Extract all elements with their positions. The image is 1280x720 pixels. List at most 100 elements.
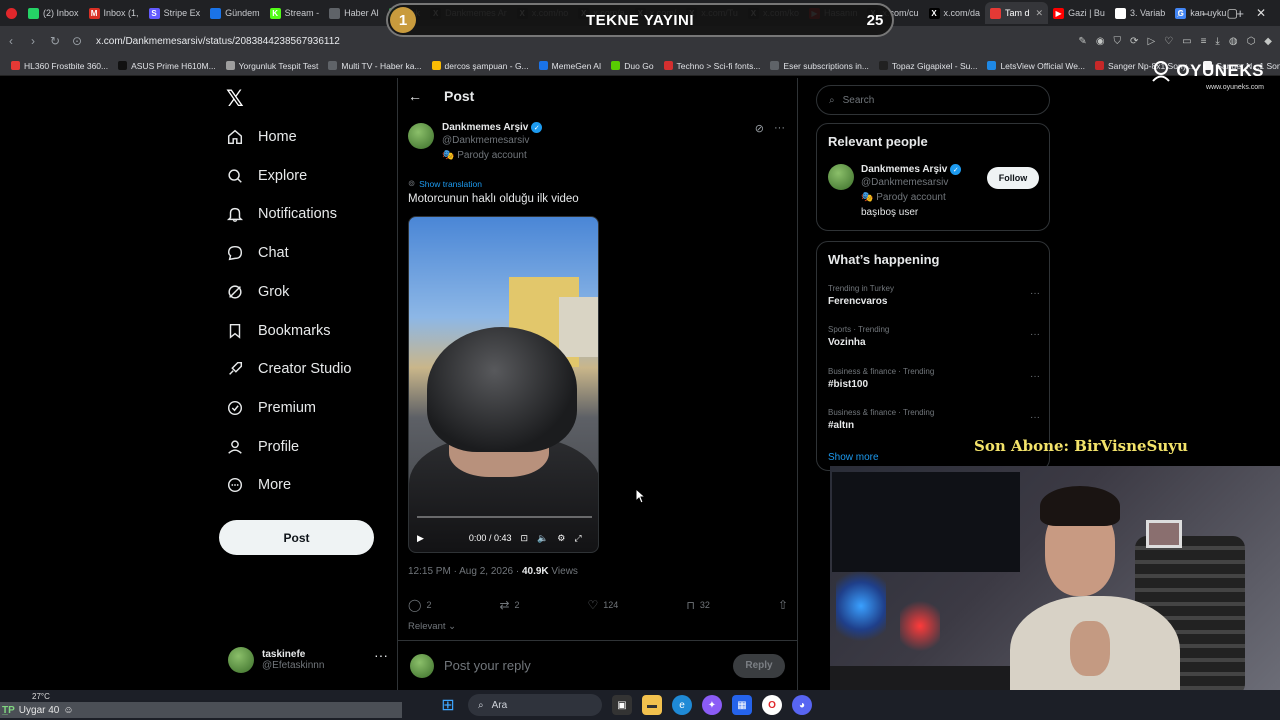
play-icon[interactable]: ▶ xyxy=(417,533,424,544)
sidebar-item-premium[interactable]: Premium xyxy=(226,399,316,417)
sidebar-item-grok[interactable]: Grok xyxy=(226,283,289,301)
author-avatar[interactable] xyxy=(408,123,434,149)
browser-tab[interactable]: Tam d ✕ xyxy=(985,2,1049,24)
search-tabs-icon[interactable]: ⌕ xyxy=(1177,6,1184,21)
edit-icon[interactable]: ✎ xyxy=(1078,36,1086,47)
follow-button[interactable]: Follow xyxy=(987,167,1039,189)
heart-icon[interactable]: ♡ xyxy=(1164,36,1173,47)
sidebar-item-profile[interactable]: Profile xyxy=(226,438,299,456)
browser-tab[interactable]: S Stripe Ex xyxy=(144,2,206,24)
bookmark-item[interactable]: HL360 Frostbite 360... xyxy=(6,61,113,71)
minimize-icon[interactable]: – xyxy=(1202,6,1209,20)
bookmark-item[interactable]: Yorgunluk Tespit Test xyxy=(221,61,324,71)
share-action[interactable]: ⇧ xyxy=(778,598,788,612)
bookmark-item[interactable]: dercos şampuan - G... xyxy=(427,61,534,71)
like-action[interactable]: ♡ 124 xyxy=(588,598,619,612)
forward-icon[interactable]: › xyxy=(22,34,44,48)
opera-icon[interactable]: O xyxy=(762,695,782,715)
repost-action[interactable]: ⇄ 2 xyxy=(499,598,519,612)
browser-tab[interactable]: K Stream - xyxy=(265,2,325,24)
download-icon[interactable]: ⤓ xyxy=(1215,36,1219,47)
bookmark-action[interactable]: ⊓ 32 xyxy=(686,598,710,612)
back-icon[interactable]: ‹ xyxy=(0,34,22,48)
site-info-icon[interactable]: ⊙ xyxy=(66,34,88,48)
task-view-icon[interactable]: ▣ xyxy=(612,695,632,715)
browser-menu[interactable] xyxy=(0,2,23,24)
back-arrow-icon[interactable]: ← xyxy=(408,88,422,104)
weather-widget[interactable]: 27°C xyxy=(4,692,50,701)
store-icon[interactable]: ▦ xyxy=(732,695,752,715)
sidebar-item-chat[interactable]: Chat xyxy=(226,244,289,262)
windows-start-icon[interactable]: ⊞ xyxy=(438,695,458,715)
translate-icon[interactable]: ⟳ xyxy=(1130,36,1138,47)
profile-icon[interactable]: ◍ xyxy=(1229,36,1238,47)
account-switcher[interactable]: taskinefe @Efetaskinnn ··· xyxy=(228,643,388,677)
trend-item[interactable]: Business & finance · Trending #altın ··· xyxy=(828,408,1040,431)
more-icon[interactable]: ··· xyxy=(374,647,388,663)
show-translation-link[interactable]: ⊚ Show translation xyxy=(408,178,482,189)
trend-more-icon[interactable]: ··· xyxy=(1030,412,1040,423)
copilot-icon[interactable]: ✦ xyxy=(702,695,722,715)
shield-icon[interactable]: ⛉ xyxy=(1114,36,1122,47)
browser-tab[interactable]: M Inbox (1, xyxy=(84,2,144,24)
bookmark-item[interactable]: MemeGen AI xyxy=(534,61,607,71)
fullscreen-icon[interactable]: ⤢ xyxy=(574,533,581,544)
trend-more-icon[interactable]: ··· xyxy=(1030,288,1040,299)
trend-item[interactable]: Sports · Trending Vozinha ··· xyxy=(828,325,1040,348)
close-tab-icon[interactable]: ✕ xyxy=(1036,8,1044,19)
trend-more-icon[interactable]: ··· xyxy=(1030,329,1040,340)
taskbar-search[interactable]: ⌕ Ara xyxy=(468,694,602,716)
trend-item[interactable]: Business & finance · Trending #bist100 ··· xyxy=(828,367,1040,390)
file-explorer-icon[interactable]: ▬ xyxy=(642,695,662,715)
volume-icon[interactable]: 🔈 xyxy=(537,533,548,544)
close-window-icon[interactable]: ✕ xyxy=(1256,6,1266,20)
wallet-icon[interactable]: ▭ xyxy=(1182,36,1191,47)
edge-icon[interactable]: e xyxy=(672,695,692,715)
extensions-icon[interactable]: ⬡ xyxy=(1247,36,1256,47)
bookmark-item[interactable]: Duo Go xyxy=(606,61,658,71)
trend-item[interactable]: Trending in Turkey Ferencvaros ··· xyxy=(828,284,1040,307)
sidebar-item-explore[interactable]: Explore xyxy=(226,167,307,185)
video-player[interactable]: ▶ 0:00 / 0:43 ⊡ 🔈 ⚙ ⤢ xyxy=(408,216,599,553)
browser-tab[interactable]: Xx.com/da xyxy=(924,2,986,24)
x-logo-icon[interactable]: 𝕏 xyxy=(226,86,244,112)
reply-sort-dropdown[interactable]: Relevant ⌄ xyxy=(408,621,456,632)
trend-more-icon[interactable]: ··· xyxy=(1030,371,1040,382)
reply-input[interactable]: Post your reply xyxy=(444,658,723,673)
menu-icon[interactable]: ≡ xyxy=(1201,36,1207,47)
browser-tab[interactable]: ▶ Gazi | Bu xyxy=(1048,2,1110,24)
bookmark-item[interactable]: Techno > Sci-fi fonts... xyxy=(659,61,766,71)
play-icon[interactable]: ▷ xyxy=(1147,36,1155,47)
settings-icon[interactable]: ⚙ xyxy=(557,533,565,544)
grok-icon[interactable]: ⊘ xyxy=(755,122,764,135)
ai-icon[interactable]: ◆ xyxy=(1264,36,1272,47)
show-more-link[interactable]: Show more xyxy=(828,452,879,463)
browser-tab[interactable]: Haber Al xyxy=(324,2,384,24)
sidebar-item-more[interactable]: More xyxy=(226,476,291,494)
camera-icon[interactable]: ◉ xyxy=(1096,36,1105,47)
relevant-person[interactable]: Dankmemes Arşiv ✓ @Dankmemesarsiv 🎭 Paro… xyxy=(828,164,962,218)
browser-tab[interactable]: 3. Variab xyxy=(1110,2,1170,24)
bookmark-item[interactable]: LetsView Official We... xyxy=(982,61,1090,71)
author-name[interactable]: Dankmemes Arşiv ✓ xyxy=(442,122,543,133)
discord-icon[interactable]: ◕ xyxy=(792,695,812,715)
sidebar-item-home[interactable]: Home xyxy=(226,128,297,146)
bookmark-item[interactable]: Topaz Gigapixel - Su... xyxy=(874,61,983,71)
author-handle[interactable]: @Dankmemesarsiv xyxy=(442,135,542,146)
browser-tab[interactable]: Gündem xyxy=(205,2,265,24)
post-button[interactable]: Post xyxy=(219,520,374,555)
sidebar-item-creator-studio[interactable]: Creator Studio xyxy=(226,360,352,378)
captions-icon[interactable]: ⊡ xyxy=(520,533,528,544)
reply-action[interactable]: ◯ 2 xyxy=(408,598,431,612)
sidebar-item-notifications[interactable]: Notifications xyxy=(226,205,337,223)
post-timestamp[interactable]: 12:15 PM · Aug 2, 2026 · xyxy=(408,566,522,577)
url-field[interactable]: x.com/Dankmemesarsiv/status/208384423856… xyxy=(96,36,340,47)
reload-icon[interactable]: ↻ xyxy=(44,34,66,48)
bookmark-item[interactable]: Eser subscriptions in... xyxy=(765,61,874,71)
bookmark-item[interactable]: ASUS Prime H610M... xyxy=(113,61,221,71)
maximize-icon[interactable]: ▢ xyxy=(1227,6,1238,20)
sidebar-item-bookmarks[interactable]: Bookmarks xyxy=(226,322,331,340)
reply-button[interactable]: Reply xyxy=(733,653,785,678)
browser-tab[interactable]: (2) Inbox xyxy=(23,2,84,24)
search-input[interactable]: ⌕ Search xyxy=(816,85,1050,115)
